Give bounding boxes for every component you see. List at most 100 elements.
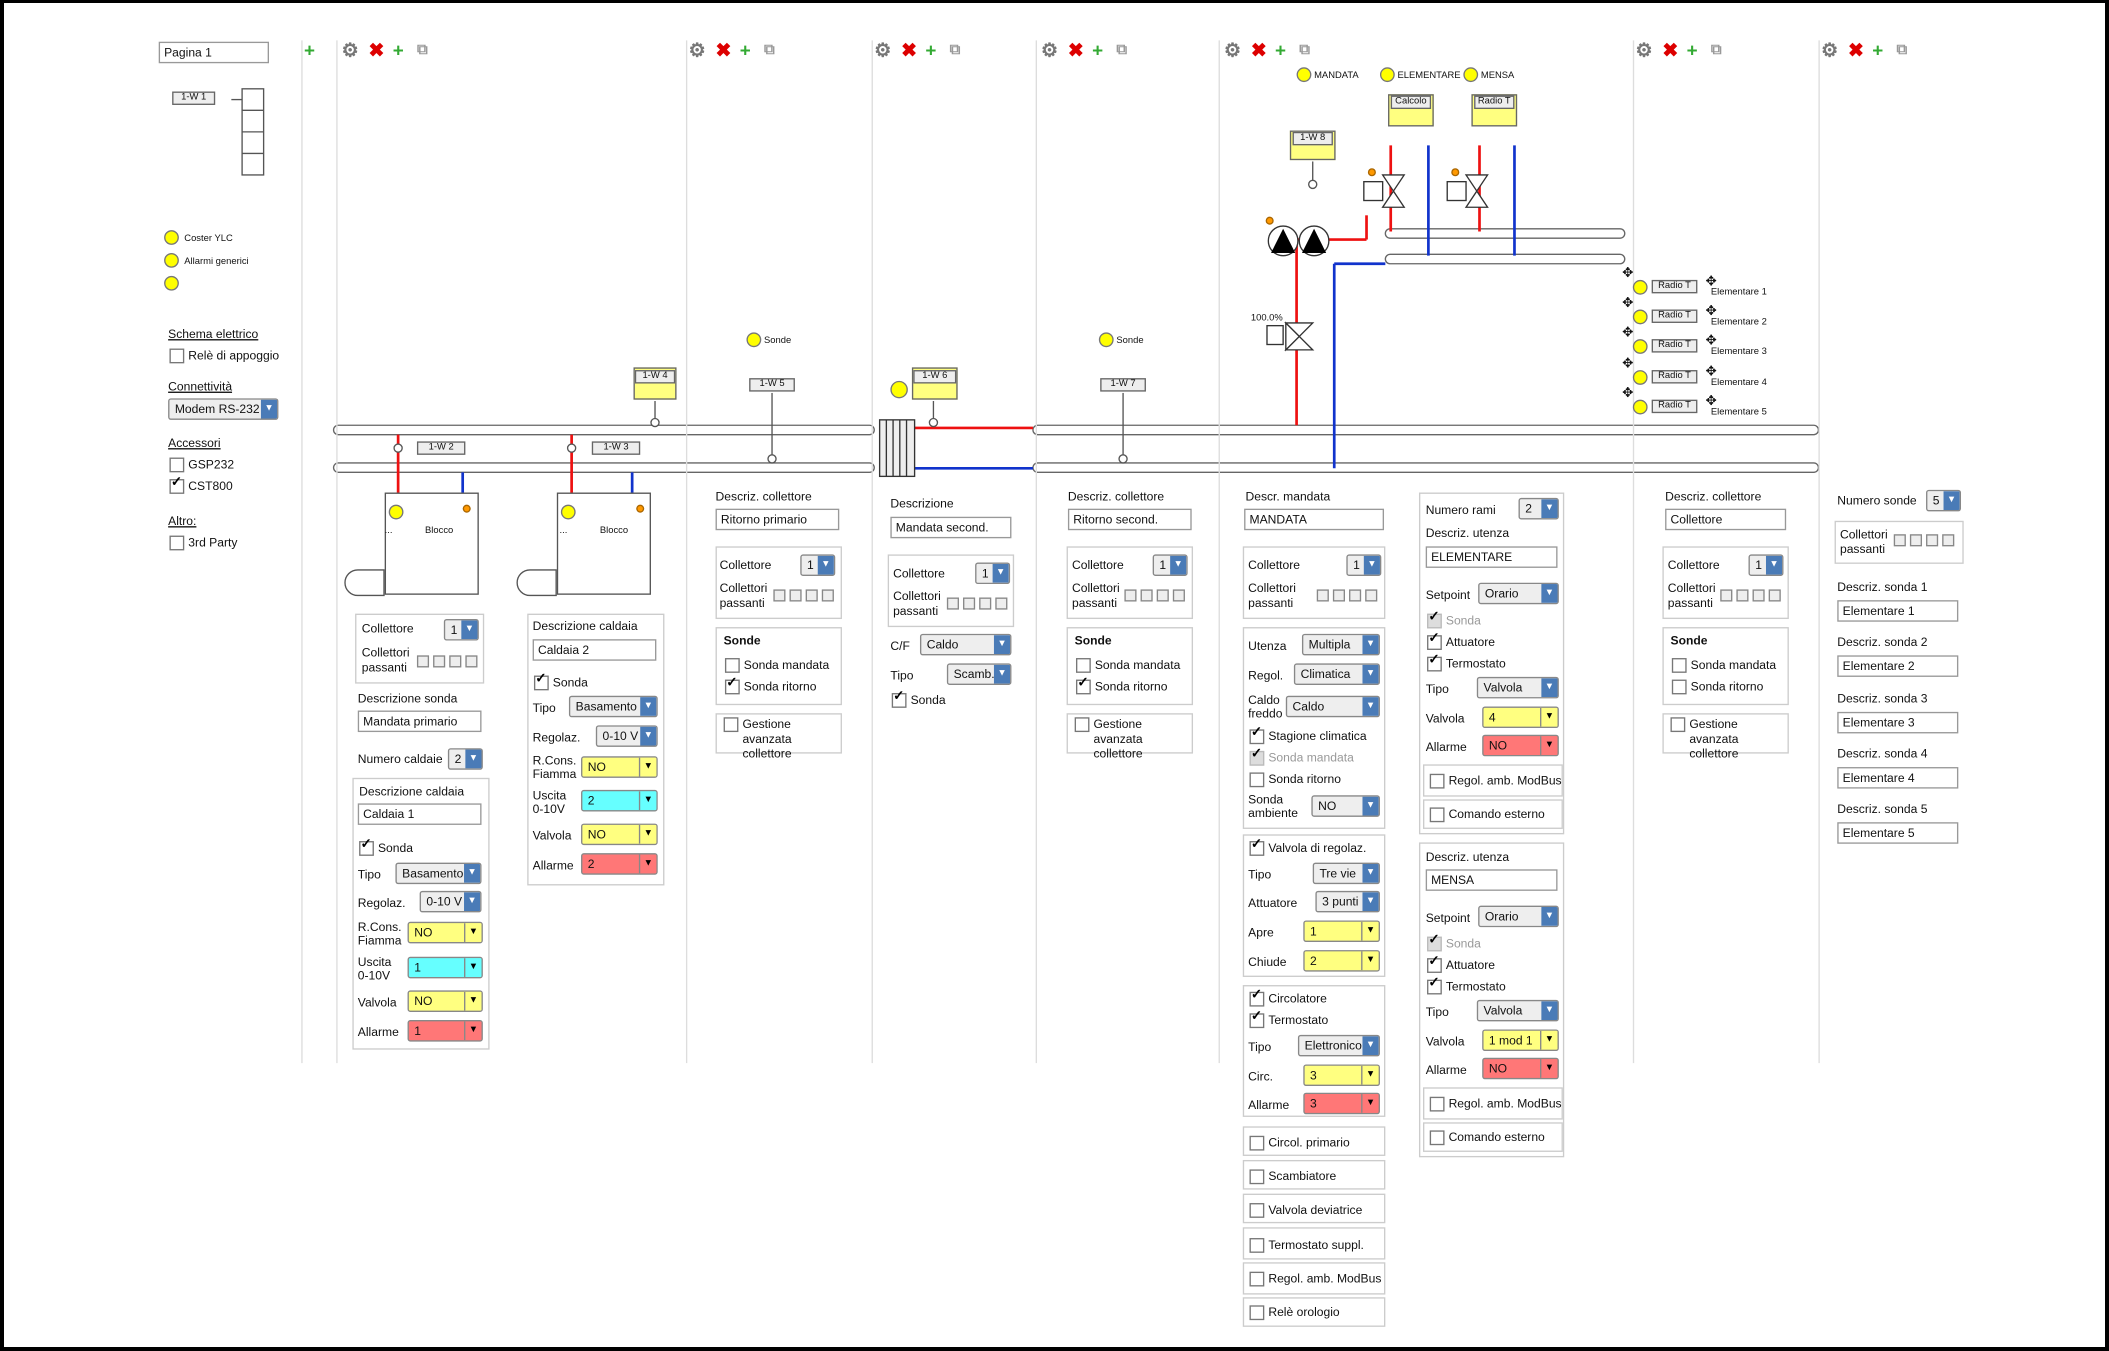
pass-box[interactable] [416, 655, 430, 668]
pass-box[interactable] [1768, 589, 1781, 602]
pass-box[interactable] [821, 589, 834, 602]
pass-box[interactable] [433, 655, 446, 668]
sonda-ritorno-checkbox[interactable]: Sonda ritorno [1076, 676, 1168, 695]
termostato-tipo-select[interactable]: Elettronico [1297, 1034, 1380, 1057]
extra-checkbox[interactable]: Termostato suppl. [1249, 1238, 1364, 1253]
caldaia-1-input[interactable]: Caldaia 1 [357, 803, 482, 825]
u1-setpoint-select[interactable]: Orario [1478, 582, 1559, 605]
u2-allarme-select[interactable]: NO [1482, 1057, 1559, 1080]
collettore-select[interactable]: 1 [1152, 554, 1188, 576]
gestione-checkbox[interactable]: Gestione avanzata collettore [1074, 717, 1188, 761]
b2-tipo-select[interactable]: Basamento [568, 695, 658, 718]
third-party-checkbox[interactable]: 3rd Party [169, 535, 237, 551]
b2-uscita-select[interactable]: 2 [581, 789, 658, 812]
collettore-select[interactable]: 1 [443, 619, 479, 641]
1w-tag[interactable]: 1-W 2 [416, 441, 466, 455]
1w-tag[interactable]: 1-W 3 [591, 441, 641, 455]
pass-box[interactable] [1909, 534, 1923, 547]
delete-icon[interactable]: ✖ [716, 40, 732, 59]
descr-sonda-input[interactable]: Elementare 3 [1837, 711, 1959, 734]
altro-label[interactable]: Altro: [168, 514, 196, 527]
pass-box[interactable] [465, 655, 478, 668]
add-icon[interactable]: + [1872, 40, 1883, 59]
gestione-checkbox[interactable]: Gestione avanzata collettore [1670, 717, 1783, 761]
circ-select[interactable]: 3 [1303, 1064, 1380, 1086]
gear-icon[interactable]: ⚙ [689, 40, 706, 59]
u2-termostato-checkbox[interactable]: Termostato [1427, 976, 1506, 995]
num-rami-select[interactable]: 2 [1518, 497, 1559, 520]
cst-checkbox[interactable]: CST800 [169, 475, 233, 494]
pass-box[interactable] [1332, 589, 1345, 602]
utenza-1-input[interactable]: ELEMENTARE [1425, 546, 1558, 568]
pass-box[interactable] [946, 597, 959, 610]
descr-sonda-input[interactable]: Elementare 5 [1837, 822, 1959, 844]
pass-box[interactable] [805, 589, 818, 602]
gear-icon[interactable]: ⚙ [874, 40, 891, 59]
pass-box[interactable] [1365, 589, 1378, 602]
rele-checkbox[interactable]: Relè di appoggio [169, 348, 279, 364]
u1-attuatore-checkbox[interactable]: Attuatore [1427, 631, 1495, 650]
termostato-checkbox[interactable]: Termostato [1249, 1009, 1328, 1029]
pass-box[interactable] [995, 597, 1008, 610]
page-name-input[interactable]: Pagina 1 [158, 41, 269, 64]
gsp-checkbox[interactable]: GSP232 [169, 457, 234, 473]
add-icon[interactable]: + [1275, 40, 1286, 59]
descr-sonda-input[interactable]: Elementare 4 [1837, 767, 1959, 789]
u2-valvola-select[interactable]: 1 mod 1 [1482, 1029, 1559, 1051]
delete-icon[interactable]: ✖ [901, 40, 917, 59]
sonda-mandata-checkbox[interactable]: Sonda mandata [1076, 658, 1180, 673]
delete-icon[interactable]: ✖ [369, 40, 385, 59]
b2-allarme-select[interactable]: 2 [581, 853, 658, 875]
delete-icon[interactable]: ✖ [1662, 40, 1678, 59]
sonda-checkbox[interactable]: Sonda [891, 689, 946, 708]
extra-checkbox[interactable]: Regol. amb. ModBus [1249, 1271, 1381, 1287]
collettore-select[interactable]: 1 [1346, 554, 1382, 576]
pass-box[interactable] [1140, 589, 1153, 602]
sonda-amb-select[interactable]: NO [1311, 795, 1380, 817]
descr-coll-input[interactable]: Ritorno second. [1067, 508, 1192, 531]
copy-icon[interactable]: ⧉ [1711, 40, 1722, 59]
delete-icon[interactable]: ✖ [1848, 40, 1864, 59]
b1-tipo-select[interactable]: Basamento [395, 862, 482, 885]
descr-coll-input[interactable]: Ritorno primario [715, 508, 840, 531]
u1-sonda-checkbox[interactable]: Sonda [1427, 610, 1481, 629]
stagione-checkbox[interactable]: Stagione climatica [1249, 725, 1367, 745]
b1-allarme-select[interactable]: 1 [407, 1020, 483, 1042]
pass-box[interactable] [1926, 534, 1939, 547]
b1-sonda-checkbox[interactable]: Sonda [359, 837, 413, 856]
u1-tipo-select[interactable]: Valvola [1476, 676, 1559, 699]
move-icon[interactable]: ✥ [1622, 326, 1633, 341]
b2-regolaz-select[interactable]: 0-10 V [595, 725, 658, 747]
u2-setpoint-select[interactable]: Orario [1478, 905, 1559, 928]
move-icon[interactable]: ✥ [1622, 357, 1633, 372]
copy-icon[interactable]: ⧉ [1299, 40, 1310, 59]
gear-icon[interactable]: ⚙ [1041, 40, 1058, 59]
add-column-icon[interactable]: + [304, 40, 315, 59]
delete-icon[interactable]: ✖ [1068, 40, 1084, 59]
copy-icon[interactable]: ⧉ [1896, 40, 1907, 59]
copy-icon[interactable]: ⧉ [950, 40, 961, 59]
copy-icon[interactable]: ⧉ [1116, 40, 1127, 59]
move-icon[interactable]: ✥ [1622, 386, 1633, 401]
extra-checkbox[interactable]: Scambiatore [1249, 1169, 1336, 1185]
schema-label[interactable]: Schema elettrico [168, 327, 258, 340]
u2-sonda-checkbox[interactable]: Sonda [1427, 933, 1481, 952]
pass-box[interactable] [1752, 589, 1765, 602]
1w-tag[interactable]: 1-W 5 [749, 378, 795, 392]
u1-allarme-select[interactable]: NO [1482, 734, 1559, 757]
descr-sonda-input[interactable]: Elementare 2 [1837, 655, 1959, 677]
sonda-ritorno-checkbox[interactable]: Sonda ritorno [1671, 679, 1763, 695]
descr-sonda-input[interactable]: Mandata primario [357, 710, 482, 733]
extra-checkbox[interactable]: Circol. primario [1249, 1135, 1350, 1151]
delete-icon[interactable]: ✖ [1251, 40, 1267, 59]
descrizione-input[interactable]: Mandata second. [890, 516, 1012, 539]
extra-checkbox[interactable]: Relè orologio [1249, 1305, 1340, 1321]
sonda-mandata-checkbox[interactable]: Sonda mandata [724, 658, 829, 673]
pass-box[interactable] [1316, 589, 1329, 602]
u2-comando-checkbox[interactable]: Comando esterno [1429, 1130, 1545, 1146]
caldaia-2-input[interactable]: Caldaia 2 [532, 639, 657, 661]
gear-icon[interactable]: ⚙ [1224, 40, 1241, 59]
move-icon[interactable]: ✥ [1622, 296, 1633, 311]
conn-label[interactable]: Connettività [168, 379, 232, 392]
collettore-select[interactable]: 1 [800, 554, 836, 576]
